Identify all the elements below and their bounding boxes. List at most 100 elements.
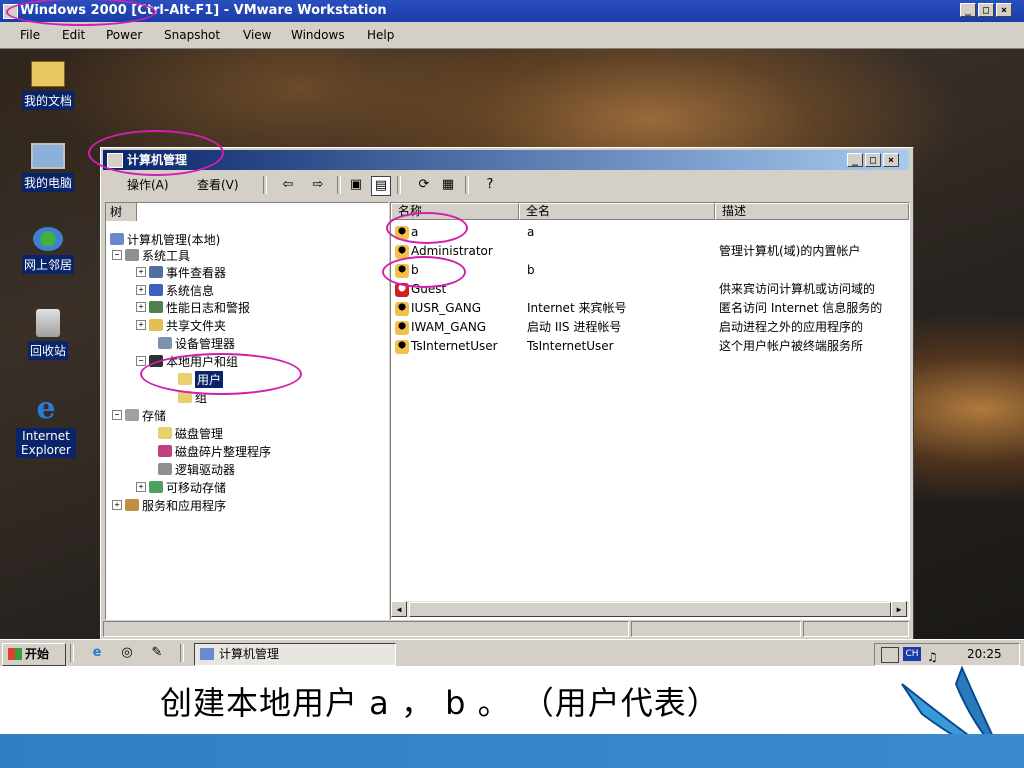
tools-icon <box>125 249 139 261</box>
explorer-quicklaunch-icon[interactable]: ◎ <box>118 644 136 662</box>
menu-help[interactable]: Help <box>367 22 394 48</box>
status-panel <box>103 621 629 637</box>
user-description-cell: 管理计算机(域)的内置帐户 <box>719 244 861 258</box>
drive-icon <box>158 463 172 475</box>
help-icon[interactable]: ? <box>481 176 499 194</box>
horizontal-scrollbar[interactable]: ◀ ▶ <box>391 601 909 617</box>
menu-windows[interactable]: Windows <box>291 22 345 48</box>
network-tray-icon[interactable] <box>881 647 899 663</box>
expand-toggle[interactable]: + <box>136 285 146 295</box>
user-fullname-cell: b <box>527 263 535 277</box>
tree-item-shared-folders[interactable]: + 共享文件夹 <box>136 317 226 333</box>
table-row[interactable]: IWAM_GANG 启动 IIS 进程帐号 启动进程之外的应用程序的 <box>391 318 909 337</box>
vm-window-controls: _ □ × <box>960 3 1012 17</box>
menu-power[interactable]: Power <box>106 22 142 48</box>
tree-item-services-applications[interactable]: + 服务和应用程序 <box>112 497 226 513</box>
column-header-description[interactable]: 描述 <box>715 203 909 220</box>
scrollbar-thumb[interactable] <box>409 602 891 617</box>
tree-item-performance-logs[interactable]: + 性能日志和警报 <box>136 299 250 315</box>
collapse-toggle[interactable]: − <box>112 410 122 420</box>
tree-item-storage[interactable]: − 存储 <box>112 407 166 423</box>
expand-toggle[interactable]: + <box>112 500 122 510</box>
table-row[interactable]: IUSR_GANG Internet 来宾帐号 匿名访问 Internet 信息… <box>391 299 909 318</box>
performance-icon <box>149 301 163 313</box>
tree-item-device-manager[interactable]: 设备管理器 <box>158 335 235 351</box>
event-viewer-icon <box>149 266 163 278</box>
tree-item-system-tools[interactable]: − 系统工具 <box>112 247 190 263</box>
user-fullname-cell: Internet 来宾帐号 <box>527 301 627 315</box>
back-arrow-icon[interactable]: ⇦ <box>279 176 297 194</box>
tree-pane: 树 计算机管理(本地) − 系统工具 + 事件查看器 + 系统信息 + 性能日志和警报 … <box>105 202 389 620</box>
tree-header: 树 <box>106 203 137 221</box>
view-menu[interactable]: 查看(V) <box>197 172 239 198</box>
minimize-button[interactable]: _ <box>960 3 976 17</box>
tree-item-event-viewer[interactable]: + 事件查看器 <box>136 264 226 280</box>
user-icon <box>395 339 409 354</box>
collapse-toggle[interactable]: − <box>112 250 122 260</box>
menu-snapshot[interactable]: Snapshot <box>164 22 220 48</box>
language-indicator[interactable]: CH <box>903 647 921 661</box>
status-panel <box>631 621 801 637</box>
scroll-left-icon[interactable]: ◀ <box>391 601 407 617</box>
app-minimize-button[interactable]: _ <box>847 153 863 167</box>
user-name-cell: TsInternetUser <box>395 337 498 356</box>
recycle-bin-icon <box>36 309 60 337</box>
internet-explorer-icon: e <box>36 391 56 426</box>
system-tray: CH ♫ 20:25 <box>874 643 1020 666</box>
desktop-icon-recycle-bin[interactable]: 回收站 <box>8 309 88 360</box>
desktop-icon-my-computer[interactable]: 我的电脑 <box>8 143 88 192</box>
volume-icon[interactable]: ♫ <box>927 647 943 664</box>
expand-toggle[interactable]: + <box>136 302 146 312</box>
user-description-cell: 启动进程之外的应用程序的 <box>719 320 864 334</box>
tree-item-logical-drives[interactable]: 逻辑驱动器 <box>158 461 235 477</box>
collapse-toggle[interactable]: − <box>136 356 146 366</box>
user-description-cell: 这个用户帐户被终端服务所 <box>719 339 864 353</box>
app-close-button[interactable]: × <box>883 153 899 167</box>
table-row[interactable]: Guest 供来宾访问计算机或访问域的 <box>391 280 909 299</box>
user-description-cell: 匿名访问 Internet 信息服务的 <box>719 301 883 315</box>
taskbar-separator <box>180 644 184 662</box>
taskbar: 开始 e ◎ ✎ 计算机管理 CH ♫ 20:25 <box>0 639 1024 667</box>
highlight-circle <box>386 212 468 244</box>
expand-toggle[interactable]: + <box>136 320 146 330</box>
show-tree-icon[interactable]: ▤ <box>371 176 391 196</box>
services-icon <box>125 499 139 511</box>
close-button[interactable]: × <box>996 3 1012 17</box>
forward-arrow-icon[interactable]: ⇨ <box>309 176 327 194</box>
tree-item-system-info[interactable]: + 系统信息 <box>136 282 214 298</box>
table-row[interactable]: TsInternetUser TsInternetUser 这个用户帐户被终端服… <box>391 337 909 356</box>
tree-item-computer-management[interactable]: 计算机管理(本地) <box>110 231 220 247</box>
users-list-pane: 名称 全名 描述 a a Administrator 管理计算机(域)的内置帐户… <box>390 202 910 620</box>
maximize-button[interactable]: □ <box>978 3 994 17</box>
desktop-icon-network[interactable]: 网上邻居 <box>8 227 88 274</box>
user-icon <box>395 320 409 335</box>
desktop-icon-internet-explorer[interactable]: e Internet Explorer <box>6 394 86 458</box>
clock[interactable]: 20:25 <box>967 644 1002 664</box>
expand-toggle[interactable]: + <box>136 267 146 277</box>
tree-item-removable-storage[interactable]: + 可移动存储 <box>136 479 226 495</box>
tree-item-disk-management[interactable]: 磁盘管理 <box>158 425 223 441</box>
expand-toggle[interactable]: + <box>136 482 146 492</box>
tree-item-disk-defragmenter[interactable]: 磁盘碎片整理程序 <box>158 443 271 459</box>
taskbar-task-computer-management[interactable]: 计算机管理 <box>194 643 396 666</box>
footer-band <box>0 734 1024 768</box>
toolbar-separator <box>397 176 401 194</box>
export-list-icon[interactable]: ▦ <box>439 176 457 194</box>
table-row[interactable]: Administrator 管理计算机(域)的内置帐户 <box>391 242 909 261</box>
app-maximize-button[interactable]: □ <box>865 153 881 167</box>
column-header-fullname[interactable]: 全名 <box>519 203 715 220</box>
up-folder-icon[interactable]: ▣ <box>347 176 365 194</box>
table-row[interactable]: a a <box>391 223 909 242</box>
ie-quicklaunch-icon[interactable]: e <box>88 644 106 662</box>
outlook-quicklaunch-icon[interactable]: ✎ <box>148 644 166 662</box>
desktop-icon-my-documents[interactable]: 我的文档 <box>8 61 88 110</box>
network-icon <box>33 227 63 251</box>
scroll-right-icon[interactable]: ▶ <box>891 601 907 617</box>
device-manager-icon <box>158 337 172 349</box>
refresh-icon[interactable]: ⟳ <box>415 176 433 194</box>
computer-icon <box>110 233 124 245</box>
menu-file[interactable]: File <box>20 22 40 48</box>
menu-view[interactable]: View <box>243 22 271 48</box>
start-button[interactable]: 开始 <box>2 643 66 666</box>
table-row[interactable]: b b <box>391 261 909 280</box>
